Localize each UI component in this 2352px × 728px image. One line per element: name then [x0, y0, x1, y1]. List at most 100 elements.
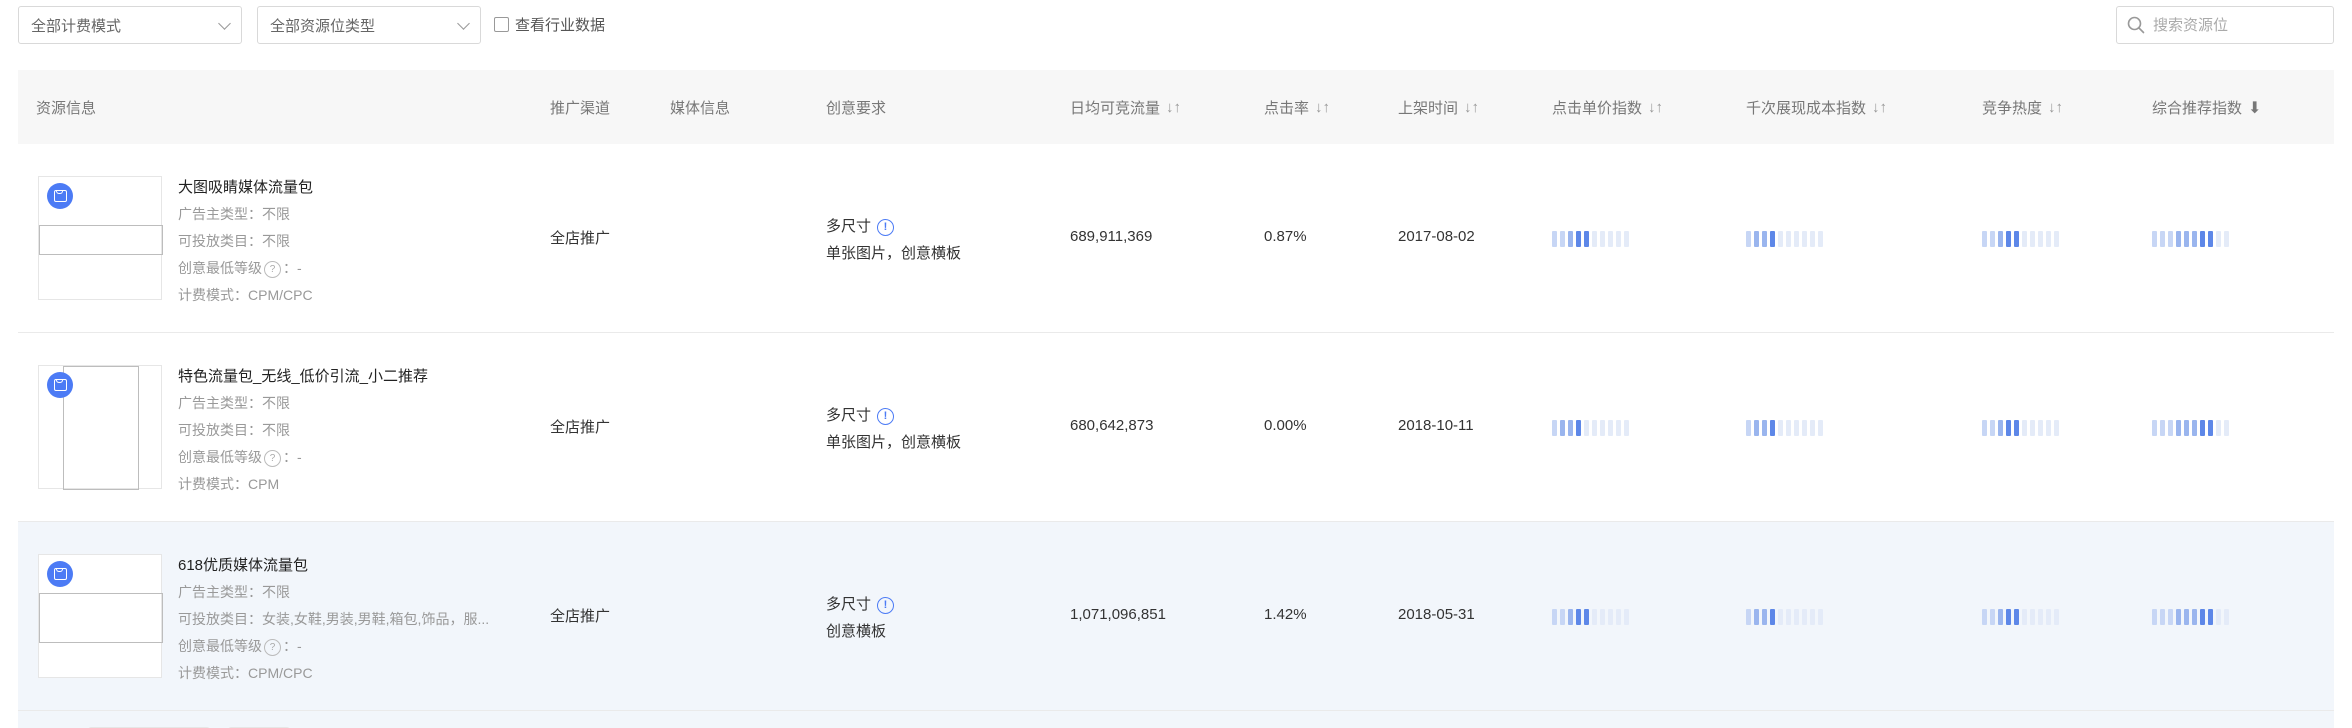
sort-icon[interactable]: ↓↑ [1464, 99, 1479, 116]
meter-segment [2152, 231, 2157, 247]
resource-name[interactable]: 大图吸睛媒体流量包 [178, 174, 313, 201]
meter-segment [1576, 609, 1581, 625]
meter-segment [2030, 231, 2035, 247]
meter-segment [1794, 231, 1799, 247]
cpc-index-meter [1552, 231, 1629, 247]
resource-name[interactable]: 618优质媒体流量包 [178, 552, 489, 579]
resource-table: 资源信息 推广渠道 媒体信息 创意要求 日均可竞流量 ↓↑ 点击率 ↓↑ 上架时间 ↓… [18, 70, 2334, 728]
meter-segment [2224, 420, 2229, 436]
header-recommend-index[interactable]: 综合推荐指数 ⬇ [2152, 97, 2261, 118]
meter-segment [2176, 231, 2181, 247]
chevron-down-icon [218, 17, 231, 30]
meter-segment [2224, 609, 2229, 625]
creative-req-cell: 多尺寸! 单张图片，创意横板 [826, 402, 961, 456]
meter-segment [1600, 609, 1605, 625]
category-line: 可投放类目：女装,女鞋,男装,男鞋,箱包,饰品，服... [178, 611, 490, 627]
meter-segment [1592, 420, 1597, 436]
resource-thumbnail [38, 365, 162, 490]
meter-segment [1818, 609, 1823, 625]
creative-req-cell: 多尺寸! 单张图片，创意横板 [826, 213, 961, 267]
meter-segment [2030, 420, 2035, 436]
meter-segment [2022, 420, 2027, 436]
billing-line: 计费模式：CPM [178, 476, 280, 492]
search-box[interactable] [2116, 6, 2334, 44]
recommend-meter [2152, 231, 2229, 247]
sort-icon[interactable]: ↓↑ [1648, 99, 1663, 116]
meter-segment [2152, 609, 2157, 625]
meter-segment [1770, 231, 1775, 247]
resource-type-value: 全部资源位类型 [270, 17, 376, 35]
meter-segment [1762, 231, 1767, 247]
meter-segment [1754, 609, 1759, 625]
meter-segment [2168, 609, 2173, 625]
table-row[interactable]: 618优质媒体流量包 广告主类型：不限 可投放类目：女装,女鞋,男装,男鞋,箱包… [18, 522, 2334, 711]
meter-segment [1810, 609, 1815, 625]
sort-icon[interactable]: ↓↑ [2048, 99, 2063, 116]
sort-icon[interactable]: ↓↑ [1315, 99, 1330, 116]
info-icon[interactable]: ! [877, 596, 895, 614]
ctr-cell: 1.42% [1264, 606, 1307, 623]
recommend-meter [2152, 609, 2229, 625]
sort-icon[interactable]: ↓↑ [1166, 99, 1181, 116]
info-icon[interactable]: ! [877, 218, 895, 236]
resource-name[interactable]: 特色流量包_无线_低价引流_小二推荐 [178, 363, 428, 390]
sort-desc-icon[interactable]: ⬇ [2248, 98, 2261, 118]
date-cell: 2017-08-02 [1398, 228, 1475, 245]
header-listed-time[interactable]: 上架时间 ↓↑ [1398, 97, 1479, 118]
meter-segment [1998, 420, 2003, 436]
help-icon[interactable]: ? [264, 260, 281, 278]
media-badge-icon [47, 183, 73, 209]
cpc-index-meter [1552, 609, 1629, 625]
meter-segment [1990, 609, 1995, 625]
meter-segment [1982, 609, 1987, 625]
checkbox-box[interactable] [494, 17, 509, 32]
meter-segment [1786, 231, 1791, 247]
meter-segment [1786, 420, 1791, 436]
meter-segment [1990, 231, 1995, 247]
meter-segment [1754, 420, 1759, 436]
meter-segment [1552, 609, 1557, 625]
header-cpc-index[interactable]: 点击单价指数 ↓↑ [1552, 97, 1663, 118]
industry-data-checkbox[interactable]: 查看行业数据 [494, 14, 605, 35]
meter-segment [2208, 420, 2213, 436]
header-competition[interactable]: 竞争热度 ↓↑ [1982, 97, 2063, 118]
meter-segment [2216, 231, 2221, 247]
min-level-line: 创意最低等级? ：- [178, 449, 302, 467]
help-icon[interactable]: ? [264, 638, 281, 656]
billing-mode-select[interactable]: 全部计费模式 [18, 6, 242, 44]
meter-segment [2176, 609, 2181, 625]
thumbnail-frame [39, 225, 163, 255]
meter-segment [1982, 231, 1987, 247]
meter-segment [2046, 231, 2051, 247]
meter-segment [1778, 420, 1783, 436]
meter-segment [1754, 231, 1759, 247]
meter-segment [2168, 420, 2173, 436]
meter-segment [2208, 609, 2213, 625]
header-ctr[interactable]: 点击率 ↓↑ [1264, 97, 1330, 118]
header-cpm-index[interactable]: 千次展现成本指数 ↓↑ [1746, 97, 1887, 118]
meter-segment [2014, 609, 2019, 625]
meter-segment [2022, 231, 2027, 247]
sort-icon[interactable]: ↓↑ [1872, 99, 1887, 116]
meter-segment [2216, 420, 2221, 436]
resource-type-select[interactable]: 全部资源位类型 [257, 6, 481, 44]
meter-segment [2160, 609, 2165, 625]
table-row[interactable]: 特色流量包_无线_低价引流_小二推荐 广告主类型：不限 可投放类目：不限 创意最… [18, 333, 2334, 522]
header-daily-traffic[interactable]: 日均可竞流量 ↓↑ [1070, 97, 1181, 118]
meter-segment [2200, 420, 2205, 436]
meter-segment [2192, 420, 2197, 436]
channel-cell: 全店推广 [550, 230, 611, 247]
meter-segment [1584, 420, 1589, 436]
meter-segment [2006, 609, 2011, 625]
formats-label: 单张图片，创意横板 [826, 434, 962, 451]
meter-segment [2208, 231, 2213, 247]
meter-segment [1762, 609, 1767, 625]
search-input[interactable] [2151, 15, 2325, 35]
info-icon[interactable]: ! [877, 407, 895, 425]
table-row[interactable]: 大图吸睛媒体流量包 广告主类型：不限 可投放类目：不限 创意最低等级? ：- 计费… [18, 144, 2334, 333]
meter-segment [1560, 231, 1565, 247]
help-icon[interactable]: ? [264, 449, 281, 467]
meter-segment [2216, 609, 2221, 625]
ad-type-line: 广告主类型：不限 [178, 206, 290, 222]
meter-segment [1746, 420, 1751, 436]
